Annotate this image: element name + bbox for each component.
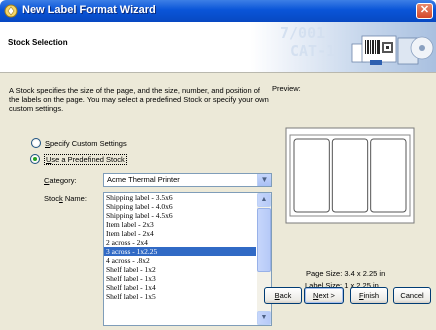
radio-button[interactable] bbox=[31, 138, 41, 148]
custom-settings-label: Specify Custom Settings bbox=[45, 138, 127, 148]
custom-settings-radio[interactable]: Specify Custom Settings bbox=[31, 137, 127, 149]
list-item[interactable]: 4 across - .8x2 bbox=[104, 256, 256, 265]
preview-label-column bbox=[331, 138, 369, 213]
list-item[interactable]: Shipping label - 4.5x6 bbox=[104, 211, 256, 220]
list-item[interactable]: 3 across - 1x2.25 bbox=[104, 247, 256, 256]
scroll-up-icon[interactable]: ▲ bbox=[257, 193, 271, 207]
list-item[interactable]: Item label - 2x3 bbox=[104, 220, 256, 229]
stock-name-list[interactable]: Shipping label - 3.5x6 Shipping label - 4… bbox=[103, 192, 272, 326]
list-item[interactable]: Shelf label - 1x2 bbox=[104, 265, 256, 274]
page-size-text: Page Size: 3.4 x 2.25 in bbox=[306, 269, 386, 278]
predefined-stock-label: Use a Predefined Stock bbox=[44, 153, 127, 165]
close-button[interactable]: ✕ bbox=[416, 3, 433, 19]
scroll-down-icon[interactable]: ▼ bbox=[257, 311, 271, 325]
scroll-thumb[interactable] bbox=[257, 208, 271, 272]
close-icon: ✕ bbox=[419, 4, 430, 16]
finish-button[interactable]: Finish bbox=[350, 287, 388, 304]
preview-label-column bbox=[370, 138, 407, 213]
preview-label: Preview: bbox=[272, 84, 301, 93]
list-item[interactable]: Shipping label - 4.0x6 bbox=[104, 202, 256, 211]
list-item[interactable]: Item label - 2x4 bbox=[104, 229, 256, 238]
label-barcode-icon bbox=[351, 35, 434, 65]
category-dropdown[interactable]: Acme Thermal Printer ▼ bbox=[103, 173, 272, 187]
page-title: Stock Selection bbox=[8, 38, 68, 47]
list-item[interactable]: Shelf label - 1x5 bbox=[104, 292, 256, 301]
list-item[interactable]: Shipping label - 3.5x6 bbox=[104, 193, 256, 202]
stock-items: Shipping label - 3.5x6 Shipping label - 4… bbox=[104, 193, 271, 301]
chevron-down-icon[interactable]: ▼ bbox=[257, 174, 271, 186]
window-title: New Label Format Wizard bbox=[22, 4, 156, 16]
wizard-header: Stock Selection 7/001 CAT-1 bbox=[0, 22, 436, 73]
wizard-app-icon bbox=[4, 4, 18, 18]
watermark-text: 7/001 bbox=[280, 24, 326, 42]
preview-label-column bbox=[293, 138, 330, 213]
list-item[interactable]: Shelf label - 1x3 bbox=[104, 274, 256, 283]
header-banner: 7/001 CAT-1 bbox=[250, 22, 436, 72]
stock-description: A Stock specifies the size of the page, … bbox=[9, 86, 269, 113]
list-item[interactable]: Shelf label - 1x4 bbox=[104, 283, 256, 292]
next-button[interactable]: Next > bbox=[304, 287, 344, 304]
label-preview bbox=[285, 127, 415, 224]
predefined-stock-radio[interactable]: Use a Predefined Stock bbox=[30, 153, 127, 165]
back-button[interactable]: Back bbox=[264, 287, 302, 304]
watermark-text: CAT-1 bbox=[290, 42, 336, 60]
stock-name-label: Stock Name: bbox=[44, 194, 87, 203]
category-value: Acme Thermal Printer bbox=[107, 175, 180, 184]
category-label: Category: bbox=[44, 176, 77, 185]
cancel-button[interactable]: Cancel bbox=[393, 287, 431, 304]
vertical-scrollbar[interactable]: ▲ ▼ bbox=[257, 193, 271, 325]
list-item[interactable]: 2 across - 2x4 bbox=[104, 238, 256, 247]
title-bar[interactable]: New Label Format Wizard ✕ bbox=[0, 0, 436, 22]
radio-button-selected[interactable] bbox=[30, 154, 40, 164]
